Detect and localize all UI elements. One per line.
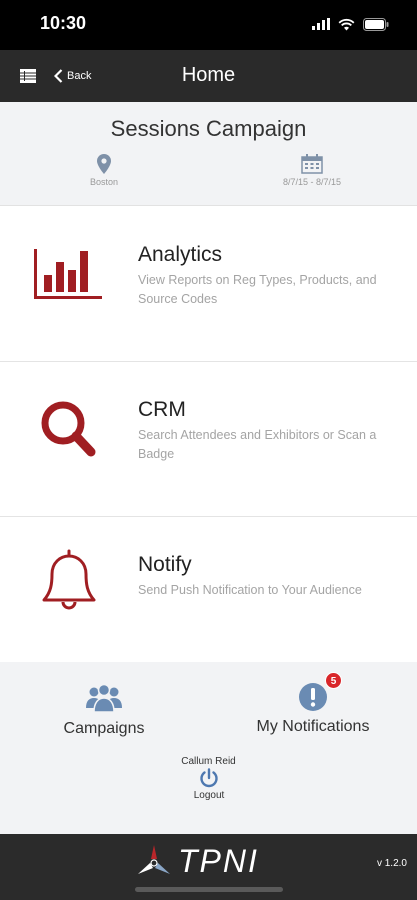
wifi-icon (338, 18, 355, 30)
notify-title: Notify (138, 553, 192, 576)
exclamation-circle-icon (299, 683, 327, 711)
campaigns-label: Campaigns (63, 720, 145, 737)
map-pin-icon (97, 154, 111, 174)
calendar-icon (301, 154, 323, 174)
bar-chart-icon (34, 249, 102, 299)
home-indicator (135, 887, 283, 892)
menu-item-notify[interactable]: Notify Send Push Notification to Your Au… (0, 517, 417, 672)
logo-text: TPNI (178, 842, 259, 879)
tpni-emblem-icon (138, 845, 170, 874)
dates-text: 8/7/15 - 8/7/15 (282, 177, 342, 187)
menu-item-crm[interactable]: CRM Search Attendees and Exhibitors or S… (0, 362, 417, 517)
notifications-label: My Notifications (256, 718, 370, 735)
campaign-location: Boston (44, 154, 164, 187)
analytics-title: Analytics (138, 243, 223, 266)
power-icon (200, 768, 218, 788)
group-users-icon (86, 683, 122, 713)
campaigns-button[interactable]: Campaigns (19, 682, 189, 738)
version-label: v 1.2.0 (376, 858, 407, 869)
status-time: 10:30 (40, 13, 87, 33)
logout-label: Logout (193, 790, 225, 801)
location-text: Boston (89, 177, 119, 187)
user-name: Callum Reid (181, 756, 236, 767)
analytics-description: View Reports on Reg Types, Products, and… (138, 273, 377, 306)
logout-button[interactable]: Logout (178, 768, 240, 801)
crm-description: Search Attendees and Exhibitors or Scan … (138, 428, 377, 461)
menu-item-analytics[interactable]: Analytics View Reports on Reg Types, Pro… (0, 207, 417, 362)
status-bar: 10:30 (0, 0, 417, 50)
battery-icon (363, 17, 389, 31)
back-button[interactable]: Back (54, 66, 91, 86)
crm-title: CRM (138, 398, 186, 421)
signal-icon (312, 18, 330, 30)
bell-icon (42, 549, 96, 610)
nav-bar: Back Home (0, 50, 417, 102)
notify-description: Send Push Notification to Your Audience (138, 583, 362, 597)
my-notifications-button[interactable]: 5 My Notifications (228, 672, 398, 736)
campaign-title: Sessions Campaign (110, 116, 307, 141)
back-label: Back (67, 70, 92, 82)
chevron-left-icon (54, 69, 63, 83)
campaign-dates: 8/7/15 - 8/7/15 (252, 154, 372, 187)
notification-count-badge: 5 (325, 672, 342, 689)
tpni-logo: TPNI (136, 842, 259, 880)
status-icons (312, 14, 389, 34)
footer-area: Campaigns 5 My Notifications Callum Reid… (0, 662, 417, 834)
list-menu-icon[interactable] (20, 68, 36, 84)
magnifier-icon (41, 401, 96, 457)
campaign-header: Sessions Campaign Boston 8/7/15 - 8/7/15 (0, 102, 417, 206)
